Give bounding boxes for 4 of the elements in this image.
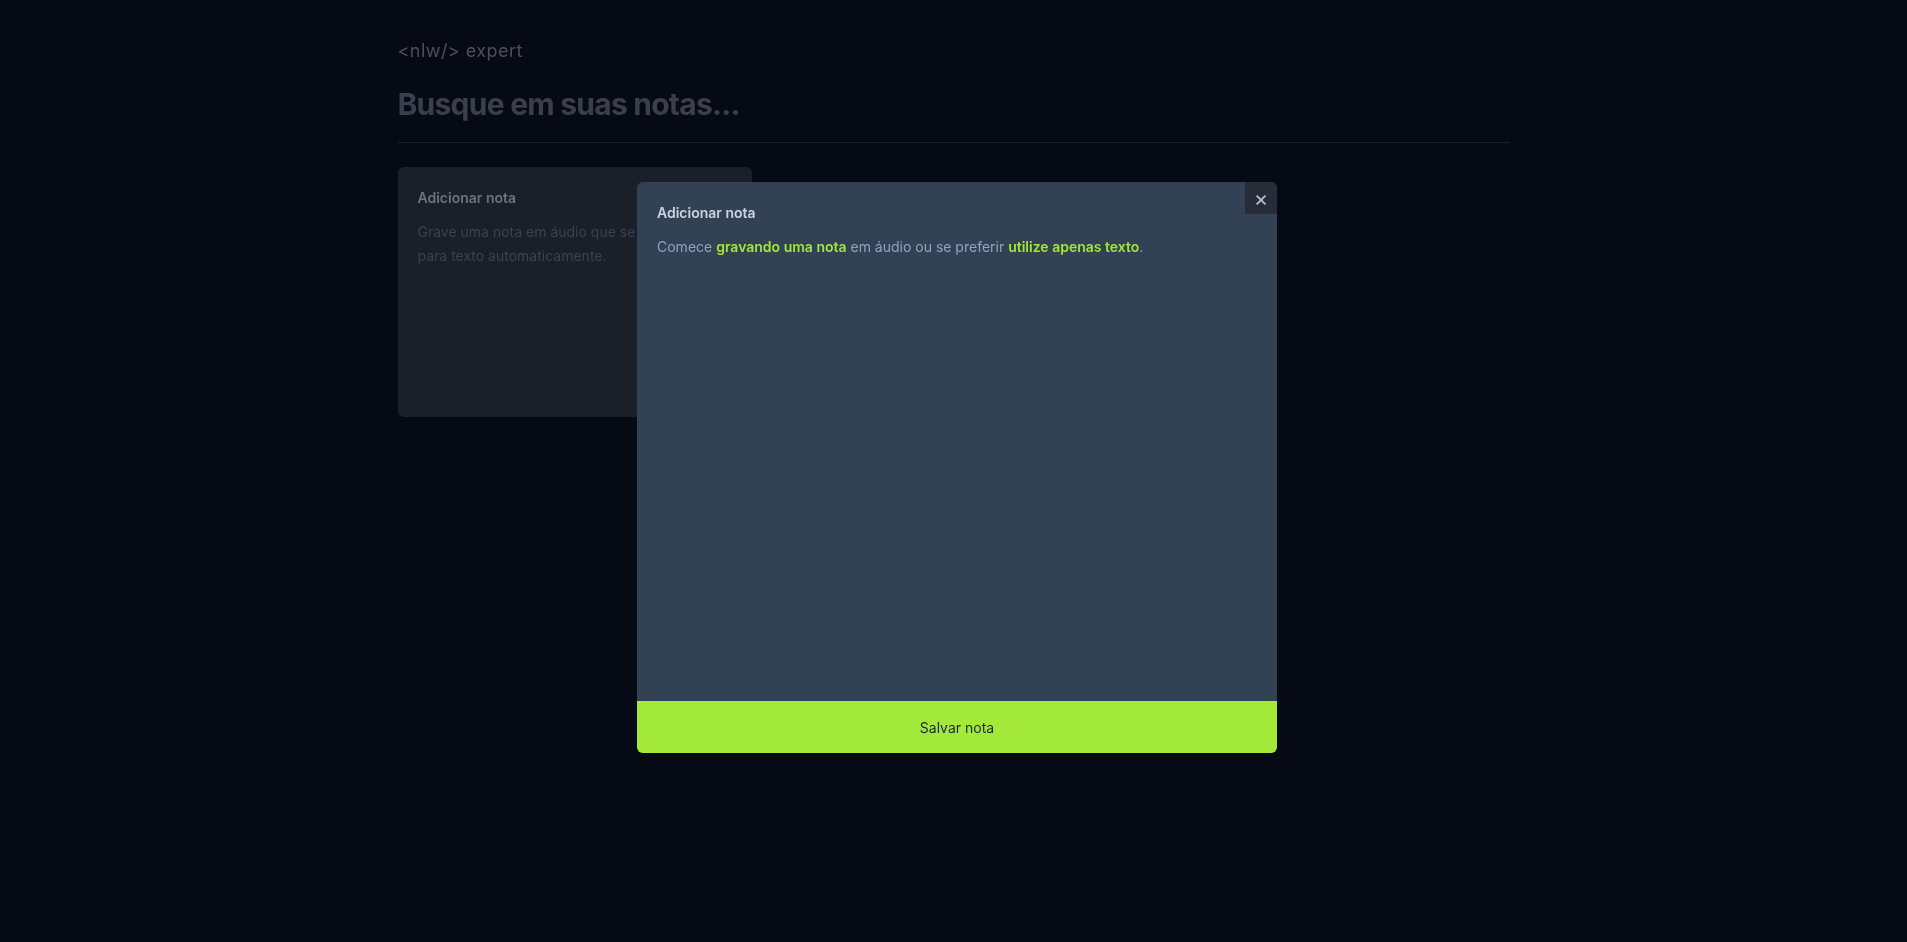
close-button[interactable]: × xyxy=(1245,182,1277,214)
logo: <nlw/> expert xyxy=(397,40,523,62)
card-title: Adicionar nota xyxy=(417,188,518,208)
save-note-button[interactable]: Salvar nota xyxy=(637,701,1277,753)
